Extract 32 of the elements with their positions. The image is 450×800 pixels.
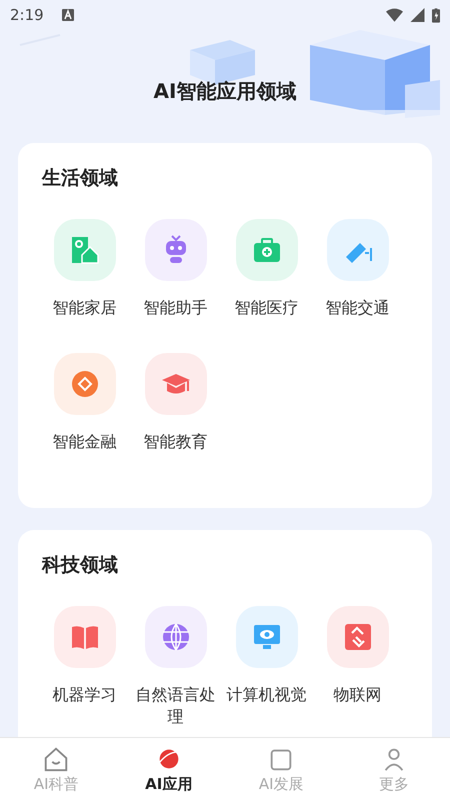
category-label: 智能医疗 — [234, 297, 300, 319]
nav-tab[interactable]: AI发展 — [225, 738, 338, 800]
nav-tab[interactable]: AI科普 — [0, 738, 112, 800]
category-label: 物联网 — [332, 684, 382, 706]
category-label: 智能助手 — [142, 297, 208, 319]
category-tile[interactable] — [54, 353, 116, 416]
battery-icon — [432, 8, 440, 22]
nav-tab[interactable]: AI应用 — [112, 738, 225, 800]
category-tile[interactable] — [144, 606, 206, 668]
nav-tab[interactable]: 更多 — [338, 738, 450, 800]
category-tile[interactable] — [54, 606, 116, 668]
category-label: 自然语言处理 — [134, 684, 216, 728]
category-tile[interactable] — [54, 219, 116, 281]
category-label: 智能教育 — [142, 431, 208, 454]
notification-icon — [62, 9, 74, 21]
category-tile[interactable] — [144, 353, 206, 416]
signal-icon — [409, 8, 426, 22]
status-time: 2:19 — [10, 6, 44, 24]
category-tile[interactable] — [326, 606, 388, 668]
category-tile[interactable] — [236, 606, 298, 668]
page-title: AI智能应用领域 — [152, 78, 298, 105]
section-title: 科技领域 — [42, 552, 119, 578]
wifi-icon — [386, 8, 403, 22]
category-tile[interactable] — [144, 219, 206, 281]
section-title: 生活领域 — [42, 166, 119, 191]
category-label: 机器学习 — [52, 684, 118, 706]
category-label: 智能金融 — [52, 431, 118, 454]
category-tile[interactable] — [326, 219, 388, 281]
category-label: 智能交通 — [324, 297, 390, 319]
category-tile[interactable] — [236, 219, 298, 281]
category-label: 智能家居 — [52, 297, 118, 319]
category-label: 计算机视觉 — [226, 684, 308, 706]
